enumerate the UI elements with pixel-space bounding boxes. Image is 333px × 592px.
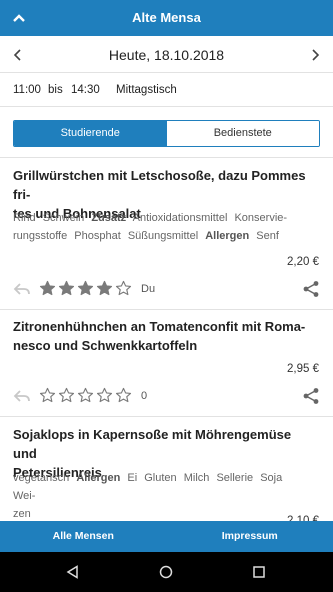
tag: vegetarisch [13, 472, 70, 484]
tab-staff[interactable]: Bedienstete [166, 121, 319, 146]
tag: Wei- [13, 490, 36, 502]
meal-tags: vegetarisch Allergen Ei Gluten Milch Sel… [13, 469, 313, 523]
rating-label: Du [141, 283, 156, 295]
star-outline-icon[interactable] [39, 387, 56, 404]
app-header: Alte Mensa [0, 0, 333, 36]
reply-icon[interactable] [13, 281, 31, 297]
back-triangle-icon[interactable] [66, 565, 80, 579]
tag: Milch [183, 472, 210, 484]
nav-imprint[interactable]: Impressum [167, 521, 333, 552]
star-rating[interactable] [39, 280, 132, 297]
tag: Zusatz [91, 212, 127, 224]
star-outline-icon[interactable] [96, 387, 113, 404]
tag: Phosphat [74, 230, 121, 242]
bottom-nav: Alle Mensen Impressum [0, 521, 333, 552]
star-outline-icon[interactable] [58, 387, 75, 404]
meal-price: 2,20 € [287, 256, 319, 268]
star-outline-icon[interactable] [115, 387, 132, 404]
tag: Antioxidationsmittel [132, 212, 228, 224]
star-filled-icon[interactable] [96, 280, 113, 297]
nav-all-canteens[interactable]: Alle Mensen [0, 521, 167, 552]
tag: Konservie- [234, 212, 288, 224]
home-circle-icon[interactable] [159, 565, 173, 579]
system-nav-bar [0, 552, 333, 592]
tag: Senf [256, 230, 279, 242]
star-rating[interactable] [39, 387, 132, 404]
star-outline-icon[interactable] [77, 387, 94, 404]
price-group-toggle: Studierende Bedienstete [13, 120, 320, 147]
close-time: 14:30 [71, 84, 100, 96]
tag: Allergen [76, 472, 121, 484]
divider [0, 416, 333, 417]
meal-tags: Rind Schwein Zusatz Antioxidationsmittel… [13, 209, 313, 245]
tag: Soja [260, 472, 283, 484]
tag: Süßungsmittel [127, 230, 199, 242]
open-time: 11:00 [13, 84, 41, 96]
divider [0, 309, 333, 310]
divider [0, 157, 333, 158]
tag: Allergen [205, 230, 250, 242]
rating-row: Du [0, 278, 333, 302]
hours-label: Mittagstisch [116, 84, 177, 96]
rating-label: 0 [141, 390, 148, 402]
tag: Sellerie [216, 472, 254, 484]
share-icon[interactable] [302, 280, 320, 298]
share-icon[interactable] [302, 387, 320, 405]
star-outline-icon[interactable] [115, 280, 132, 297]
date-bar: Heute, 18.10.2018 [0, 36, 333, 73]
current-date: Heute, 18.10.2018 [108, 47, 225, 63]
recents-square-icon[interactable] [252, 565, 266, 579]
tag: Schwein [42, 212, 85, 224]
reply-icon[interactable] [13, 388, 31, 404]
star-filled-icon[interactable] [39, 280, 56, 297]
meal-title: Zitronenhühnchen an Tomatenconfit mit Ro… [13, 319, 306, 353]
tag: rungsstoffe [13, 230, 68, 242]
star-filled-icon[interactable] [77, 280, 94, 297]
tag: zen [13, 508, 31, 520]
tag: Gluten [144, 472, 177, 484]
rating-row: 0 [0, 385, 333, 409]
chevron-right-icon[interactable] [308, 47, 322, 63]
hours-separator: bis [48, 84, 63, 96]
star-filled-icon[interactable] [58, 280, 75, 297]
opening-hours: 11:00 bis 14:30 Mittagstisch [0, 73, 333, 107]
meal-price: 2,95 € [287, 363, 319, 375]
page-title: Alte Mensa [132, 10, 201, 25]
tag: Rind [13, 212, 36, 224]
tab-students[interactable]: Studierende [14, 121, 167, 146]
tag: Ei [127, 472, 138, 484]
